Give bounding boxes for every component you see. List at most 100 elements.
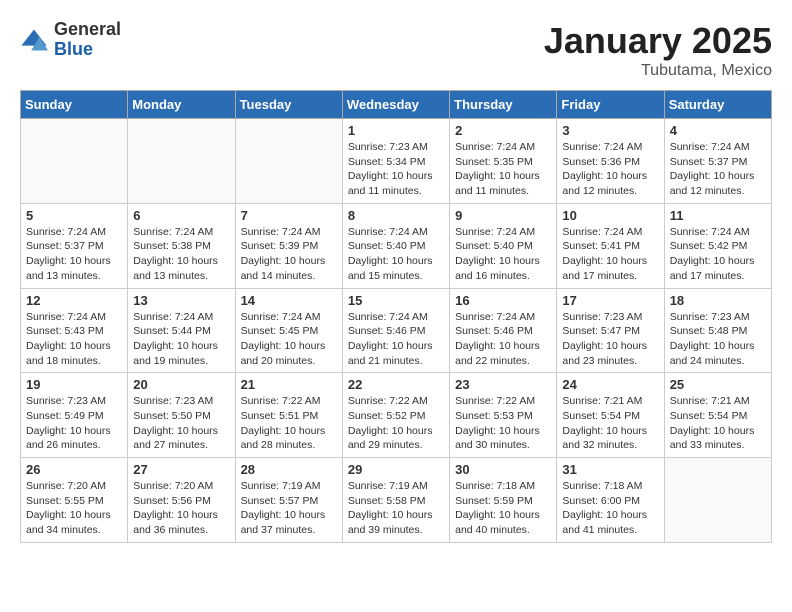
day-number: 24 [562,377,658,392]
calendar-subtitle: Tubutama, Mexico [544,62,772,80]
day-number: 4 [670,123,766,138]
calendar-cell: 3Sunrise: 7:24 AMSunset: 5:36 PMDaylight… [557,119,664,204]
day-info: Sunrise: 7:24 AMSunset: 5:43 PMDaylight:… [26,310,122,369]
day-number: 10 [562,208,658,223]
day-info: Sunrise: 7:24 AMSunset: 5:36 PMDaylight:… [562,140,658,199]
day-number: 15 [348,293,444,308]
day-info: Sunrise: 7:24 AMSunset: 5:37 PMDaylight:… [26,225,122,284]
calendar-cell: 24 Sunrise: 7:21 AMSunset: 5:54 PMDayligh… [557,373,664,458]
day-info: Sunrise: 7:22 AMSunset: 5:51 PMDaylight:… [241,394,337,453]
day-number: 23 [455,377,551,392]
calendar-cell [21,119,128,204]
calendar-cell: 13 Sunrise: 7:24 AMSunset: 5:44 PMDayligh… [128,288,235,373]
calendar-cell: 4 Sunrise: 7:24 AMSunset: 5:37 PMDaylight… [664,119,771,204]
day-info: Sunrise: 7:18 AMSunset: 5:59 PMDaylight:… [455,479,551,538]
day-number: 9 [455,208,551,223]
day-info: Sunrise: 7:20 AMSunset: 5:56 PMDaylight:… [133,479,229,538]
day-number: 16 [455,293,551,308]
calendar-cell: 31 Sunrise: 7:18 AMSunset: 6:00 PMDayligh… [557,458,664,543]
day-number: 17 [562,293,658,308]
day-info: Sunrise: 7:24 AMSunset: 5:40 PMDaylight:… [455,225,551,284]
day-number: 1 [348,123,444,138]
weekday-header-sunday: Sunday [21,91,128,119]
day-number: 5 [26,208,122,223]
day-info: Sunrise: 7:24 AMSunset: 5:40 PMDaylight:… [348,225,444,284]
day-number: 27 [133,462,229,477]
day-info: Sunrise: 7:24 AMSunset: 5:39 PMDaylight:… [241,225,337,284]
logo: General Blue [20,20,121,60]
calendar-cell: 23Sunrise: 7:22 AMSunset: 5:53 PMDayligh… [450,373,557,458]
calendar-cell: 29 Sunrise: 7:19 AMSunset: 5:58 PMDayligh… [342,458,449,543]
title-block: January 2025 Tubutama, Mexico [544,20,772,80]
calendar-cell: 17 Sunrise: 7:23 AMSunset: 5:47 PMDayligh… [557,288,664,373]
day-number: 2 [455,123,551,138]
calendar-cell: 1 Sunrise: 7:23 AMSunset: 5:34 PMDaylight… [342,119,449,204]
day-info: Sunrise: 7:21 AMSunset: 5:54 PMDaylight:… [562,394,658,453]
day-info: Sunrise: 7:22 AMSunset: 5:52 PMDaylight:… [348,394,444,453]
calendar-cell: 8 Sunrise: 7:24 AMSunset: 5:40 PMDaylight… [342,203,449,288]
day-number: 14 [241,293,337,308]
day-number: 11 [670,208,766,223]
day-info: Sunrise: 7:19 AMSunset: 5:57 PMDaylight:… [241,479,337,538]
day-number: 8 [348,208,444,223]
day-info: Sunrise: 7:23 AMSunset: 5:48 PMDaylight:… [670,310,766,369]
calendar-cell: 12 Sunrise: 7:24 AMSunset: 5:43 PMDayligh… [21,288,128,373]
calendar-cell: 10 Sunrise: 7:24 AMSunset: 5:41 PMDayligh… [557,203,664,288]
calendar-cell: 6Sunrise: 7:24 AMSunset: 5:38 PMDaylight… [128,203,235,288]
calendar-table: SundayMondayTuesdayWednesdayThursdayFrid… [20,90,772,543]
day-number: 28 [241,462,337,477]
weekday-header-saturday: Saturday [664,91,771,119]
logo-blue: Blue [54,40,121,60]
day-number: 13 [133,293,229,308]
day-info: Sunrise: 7:24 AMSunset: 5:38 PMDaylight:… [133,225,229,284]
day-info: Sunrise: 7:24 AMSunset: 5:42 PMDaylight:… [670,225,766,284]
day-info: Sunrise: 7:19 AMSunset: 5:58 PMDaylight:… [348,479,444,538]
day-info: Sunrise: 7:24 AMSunset: 5:37 PMDaylight:… [670,140,766,199]
calendar-week-row: 19Sunrise: 7:23 AMSunset: 5:49 PMDayligh… [21,373,772,458]
day-number: 29 [348,462,444,477]
logo-icon [20,26,48,54]
page-header: General Blue January 2025 Tubutama, Mexi… [20,20,772,80]
weekday-header-tuesday: Tuesday [235,91,342,119]
day-info: Sunrise: 7:24 AMSunset: 5:46 PMDaylight:… [455,310,551,369]
calendar-cell: 15 Sunrise: 7:24 AMSunset: 5:46 PMDayligh… [342,288,449,373]
day-number: 22 [348,377,444,392]
weekday-header-monday: Monday [128,91,235,119]
calendar-cell: 20Sunrise: 7:23 AMSunset: 5:50 PMDayligh… [128,373,235,458]
calendar-cell: 22 Sunrise: 7:22 AMSunset: 5:52 PMDayligh… [342,373,449,458]
calendar-cell: 28 Sunrise: 7:19 AMSunset: 5:57 PMDayligh… [235,458,342,543]
calendar-week-row: 5 Sunrise: 7:24 AMSunset: 5:37 PMDaylight… [21,203,772,288]
day-number: 26 [26,462,122,477]
day-info: Sunrise: 7:21 AMSunset: 5:54 PMDaylight:… [670,394,766,453]
day-number: 30 [455,462,551,477]
calendar-cell: 16 Sunrise: 7:24 AMSunset: 5:46 PMDayligh… [450,288,557,373]
day-info: Sunrise: 7:24 AMSunset: 5:46 PMDaylight:… [348,310,444,369]
calendar-cell [128,119,235,204]
day-info: Sunrise: 7:23 AMSunset: 5:47 PMDaylight:… [562,310,658,369]
calendar-cell: 19Sunrise: 7:23 AMSunset: 5:49 PMDayligh… [21,373,128,458]
day-info: Sunrise: 7:23 AMSunset: 5:34 PMDaylight:… [348,140,444,199]
day-info: Sunrise: 7:23 AMSunset: 5:50 PMDaylight:… [133,394,229,453]
day-info: Sunrise: 7:23 AMSunset: 5:49 PMDaylight:… [26,394,122,453]
calendar-cell: 27 Sunrise: 7:20 AMSunset: 5:56 PMDayligh… [128,458,235,543]
logo-general: General [54,20,121,40]
day-number: 12 [26,293,122,308]
day-info: Sunrise: 7:24 AMSunset: 5:44 PMDaylight:… [133,310,229,369]
day-info: Sunrise: 7:18 AMSunset: 6:00 PMDaylight:… [562,479,658,538]
calendar-cell: 21 Sunrise: 7:22 AMSunset: 5:51 PMDayligh… [235,373,342,458]
weekday-header-wednesday: Wednesday [342,91,449,119]
calendar-cell: 18 Sunrise: 7:23 AMSunset: 5:48 PMDayligh… [664,288,771,373]
calendar-cell: 25Sunrise: 7:21 AMSunset: 5:54 PMDayligh… [664,373,771,458]
calendar-cell: 5 Sunrise: 7:24 AMSunset: 5:37 PMDaylight… [21,203,128,288]
calendar-cell: 26 Sunrise: 7:20 AMSunset: 5:55 PMDayligh… [21,458,128,543]
day-number: 21 [241,377,337,392]
calendar-cell: 7Sunrise: 7:24 AMSunset: 5:39 PMDaylight… [235,203,342,288]
day-number: 31 [562,462,658,477]
day-number: 18 [670,293,766,308]
weekday-header-friday: Friday [557,91,664,119]
day-info: Sunrise: 7:24 AMSunset: 5:45 PMDaylight:… [241,310,337,369]
day-info: Sunrise: 7:20 AMSunset: 5:55 PMDaylight:… [26,479,122,538]
day-info: Sunrise: 7:24 AMSunset: 5:41 PMDaylight:… [562,225,658,284]
calendar-title: January 2025 [544,20,772,62]
calendar-cell [664,458,771,543]
